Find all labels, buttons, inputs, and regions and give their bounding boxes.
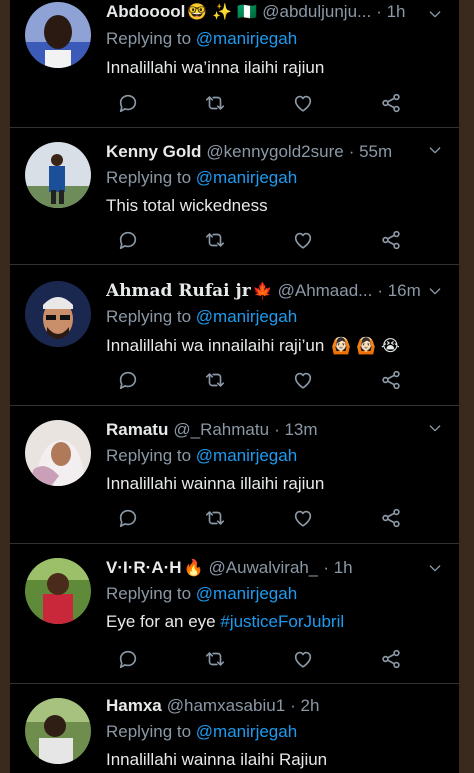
tweet-header: Kenny Gold @kennygold2sure · 55m <box>106 142 447 166</box>
mention-link[interactable]: @manirjegah <box>196 307 297 326</box>
replying-to-label: Replying to <box>106 446 192 465</box>
chevron-down-icon[interactable] <box>427 283 443 299</box>
tweet-text: Innalillahi wainna ilaihi Rajiun <box>106 750 328 769</box>
timestamp[interactable]: · 13m <box>274 420 317 440</box>
mention-link[interactable]: @manirjegah <box>196 29 297 48</box>
replying-to-label: Replying to <box>106 722 192 741</box>
tweet-header: Hamxa @hamxasabiu1 · 2h <box>106 696 447 720</box>
share-icon[interactable] <box>380 369 402 391</box>
handle[interactable]: @Ahmaad... <box>278 281 373 301</box>
mention-link[interactable]: @manirjegah <box>196 446 297 465</box>
replying-to-label: Replying to <box>106 307 192 326</box>
retweet-icon[interactable] <box>204 92 226 114</box>
tweet-text: This total wickedness <box>106 196 268 215</box>
replying-to-label: Replying to <box>106 168 192 187</box>
replying-to-label: Replying to <box>106 29 192 48</box>
name-emoji: 🔥 <box>183 558 204 577</box>
text-emoji: 🙆🏻 🙆🏻 😭 <box>331 336 400 355</box>
tweet-text-content: Eye for an eye <box>106 612 216 631</box>
tweet-actions <box>106 92 406 114</box>
replying-to: Replying to @manirjegah <box>106 168 297 188</box>
tweet-text: Innalillahi wa’inna ilaihi rajiun <box>106 58 325 77</box>
tweet-header: Abdooool 🤓 ✨ 🇳🇬 @abduljunju... · 1h <box>106 2 447 26</box>
reply-icon[interactable] <box>117 229 139 251</box>
replying-to: Replying to @manirjegah <box>106 584 297 604</box>
timestamp[interactable]: · 1h <box>376 2 405 22</box>
tweet-header: V·I·R·A·H 🔥 @Auwalvirah_ · 1h <box>106 558 447 582</box>
avatar[interactable] <box>25 698 91 764</box>
mention-link[interactable]: @manirjegah <box>196 722 297 741</box>
replying-to: Replying to @manirjegah <box>106 722 297 742</box>
like-icon[interactable] <box>292 369 314 391</box>
share-icon[interactable] <box>380 507 402 529</box>
chevron-down-icon[interactable] <box>427 142 443 158</box>
mention-link[interactable]: @manirjegah <box>196 584 297 603</box>
replying-to: Replying to @manirjegah <box>106 446 297 466</box>
tweet-text-content: Innalillahi wa innailaihi raji’un <box>106 336 325 355</box>
avatar[interactable] <box>25 420 91 486</box>
tweet-actions <box>106 507 406 529</box>
name-emoji: 🍁 <box>252 281 273 300</box>
replying-to: Replying to @manirjegah <box>106 29 297 49</box>
tweet-actions <box>106 648 406 670</box>
tweet-actions <box>106 229 406 251</box>
timestamp[interactable]: · 16m <box>377 281 420 301</box>
like-icon[interactable] <box>292 229 314 251</box>
like-icon[interactable] <box>292 92 314 114</box>
replying-to-label: Replying to <box>106 584 192 603</box>
tweet-hamxa[interactable]: Hamxa @hamxasabiu1 · 2h Replying to @man… <box>10 684 459 773</box>
name-emoji: 🤓 ✨ 🇳🇬 <box>187 2 258 21</box>
tweet-text: Innalillahi wa innailaihi raji’un 🙆🏻 🙆🏻 … <box>106 336 443 356</box>
tweet-text: Innalillahi wainna illaihi rajiun <box>106 474 325 493</box>
replying-to: Replying to @manirjegah <box>106 307 297 327</box>
reply-icon[interactable] <box>117 92 139 114</box>
display-name[interactable]: Ahmad Rufai jr <box>106 281 251 301</box>
like-icon[interactable] <box>292 507 314 529</box>
tweet-header: Ahmad Rufai jr 🍁 @Ahmaad... · 16m <box>106 281 447 305</box>
share-icon[interactable] <box>380 229 402 251</box>
retweet-icon[interactable] <box>204 369 226 391</box>
display-name[interactable]: V·I·R·A·H <box>106 558 182 578</box>
hashtag-link[interactable]: #justiceForJubril <box>220 612 344 631</box>
display-name[interactable]: Ramatu <box>106 420 168 440</box>
tweet-kenny-gold[interactable]: Kenny Gold @kennygold2sure · 55m Replyin… <box>10 128 459 265</box>
reply-icon[interactable] <box>117 507 139 529</box>
chevron-down-icon[interactable] <box>427 6 443 22</box>
tweet-ahmad-rufai[interactable]: Ahmad Rufai jr 🍁 @Ahmaad... · 16m Replyi… <box>10 265 459 406</box>
handle[interactable]: @hamxasabiu1 <box>167 696 285 716</box>
mention-link[interactable]: @manirjegah <box>196 168 297 187</box>
tweet-text: Eye for an eye #justiceForJubril <box>106 612 443 632</box>
display-name[interactable]: Abdooool <box>106 2 185 22</box>
chevron-down-icon[interactable] <box>427 420 443 436</box>
timestamp[interactable]: · 2h <box>290 696 319 716</box>
retweet-icon[interactable] <box>204 507 226 529</box>
avatar[interactable] <box>25 558 91 624</box>
tweet-ramatu[interactable]: Ramatu @_Rahmatu · 13m Replying to @mani… <box>10 406 459 544</box>
avatar[interactable] <box>25 281 91 347</box>
handle[interactable]: @Auwalvirah_ <box>208 558 318 578</box>
display-name[interactable]: Hamxa <box>106 696 162 716</box>
tweet-virah[interactable]: V·I·R·A·H 🔥 @Auwalvirah_ · 1h Replying t… <box>10 544 459 684</box>
timestamp[interactable]: · 1h <box>323 558 352 578</box>
share-icon[interactable] <box>380 92 402 114</box>
share-icon[interactable] <box>380 648 402 670</box>
handle[interactable]: @kennygold2sure <box>206 142 343 162</box>
retweet-icon[interactable] <box>204 648 226 670</box>
retweet-icon[interactable] <box>204 229 226 251</box>
timestamp[interactable]: · 55m <box>349 142 392 162</box>
avatar[interactable] <box>25 142 91 208</box>
reply-icon[interactable] <box>117 648 139 670</box>
display-name[interactable]: Kenny Gold <box>106 142 201 162</box>
like-icon[interactable] <box>292 648 314 670</box>
timeline: Abdooool 🤓 ✨ 🇳🇬 @abduljunju... · 1h Repl… <box>10 0 459 773</box>
chevron-down-icon[interactable] <box>427 560 443 576</box>
handle[interactable]: @_Rahmatu <box>173 420 269 440</box>
tweet-abdooool[interactable]: Abdooool 🤓 ✨ 🇳🇬 @abduljunju... · 1h Repl… <box>10 0 459 128</box>
handle[interactable]: @abduljunju... <box>262 2 371 22</box>
avatar[interactable] <box>25 2 91 68</box>
reply-icon[interactable] <box>117 369 139 391</box>
tweet-header: Ramatu @_Rahmatu · 13m <box>106 420 447 444</box>
tweet-actions <box>106 369 406 391</box>
